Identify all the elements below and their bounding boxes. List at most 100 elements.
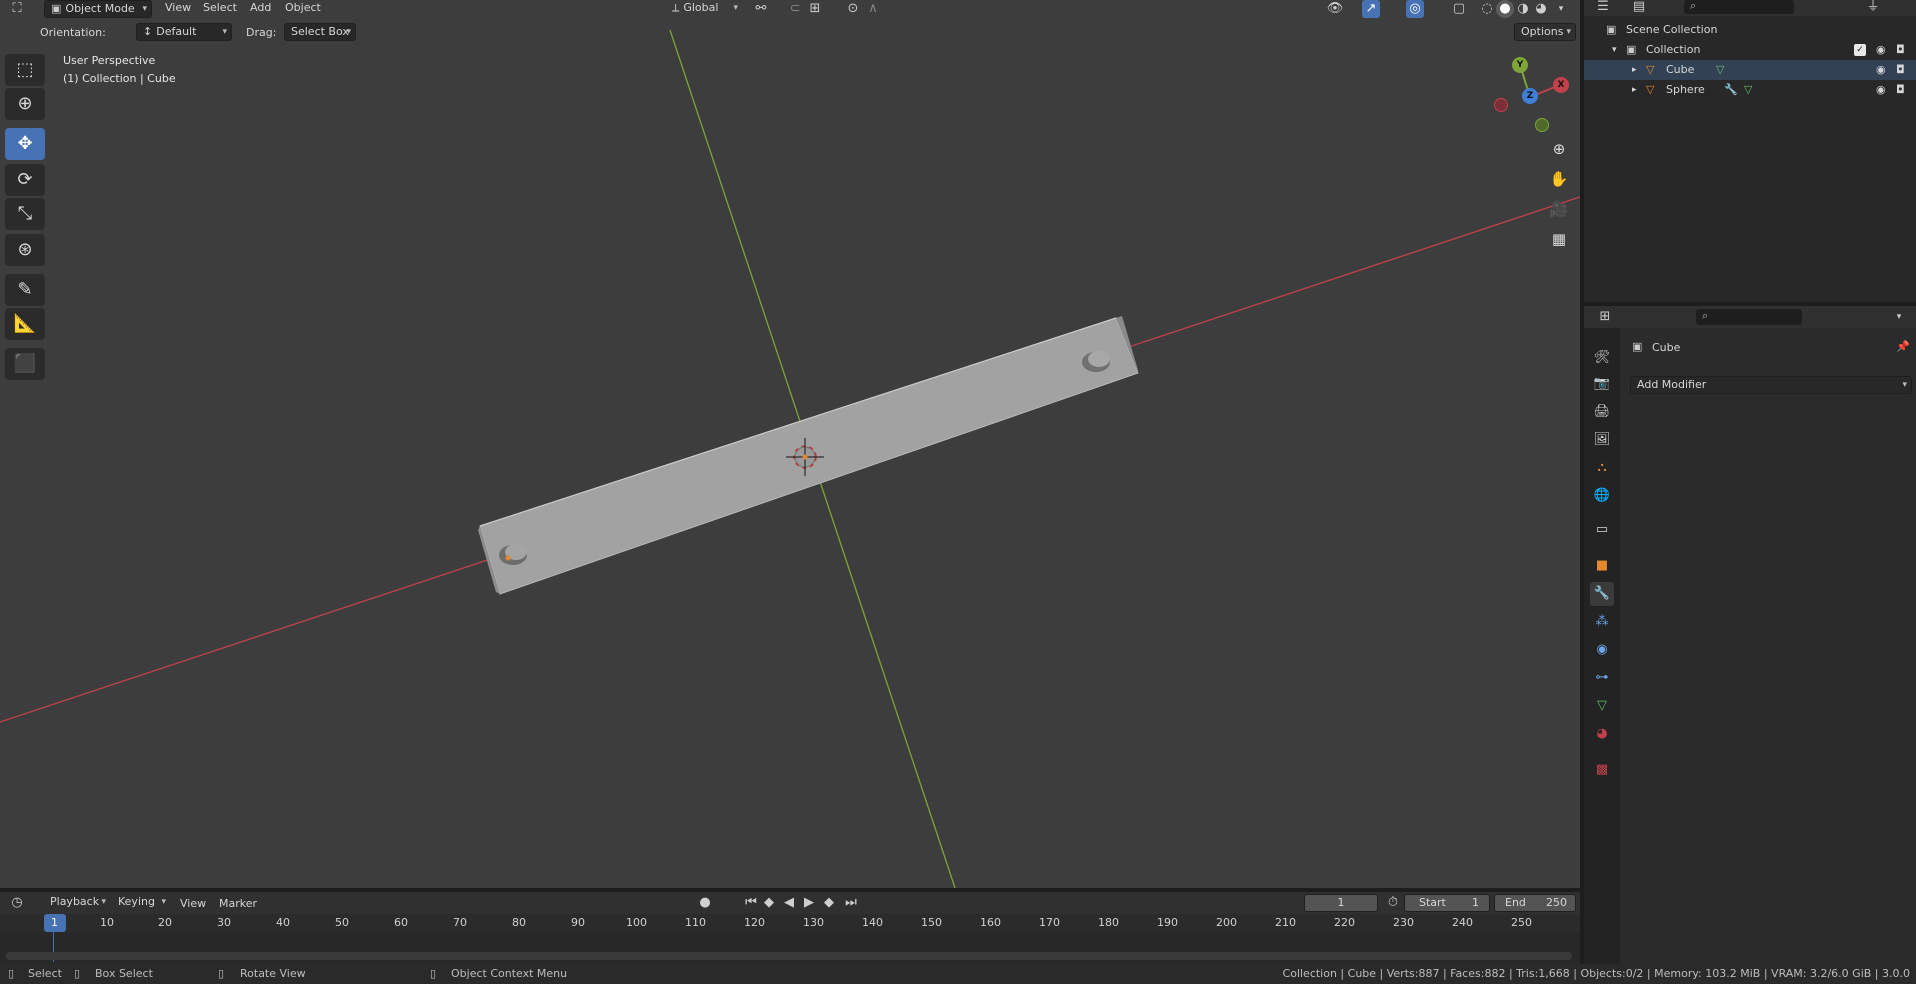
view-layer-tab-icon[interactable]: 🖼: [1590, 428, 1614, 452]
collection-checkbox[interactable]: ✓: [1854, 44, 1866, 56]
output-tab-icon[interactable]: 🖨: [1590, 400, 1614, 424]
render-tab-icon[interactable]: 📷: [1590, 372, 1614, 396]
snap-target-icon[interactable]: ⊞: [806, 0, 824, 18]
expand-down-icon[interactable]: ▾: [1612, 40, 1617, 60]
proportional-edit-icon[interactable]: ⊙: [844, 0, 862, 18]
camera-render-icon[interactable]: ◘: [1896, 60, 1905, 80]
tool-select-box[interactable]: ⬚: [5, 54, 45, 86]
outliner-row-cube[interactable]: ▸ ▽ Cube ▽ ◉ ◘: [1584, 60, 1916, 80]
menu-add[interactable]: Add: [250, 1, 271, 14]
filter-icon[interactable]: ⏚: [1864, 0, 1882, 16]
pin-icon[interactable]: 📌: [1896, 340, 1910, 353]
tool-add-cube[interactable]: ⬛: [5, 348, 45, 380]
outliner-row-sphere[interactable]: ▸ ▽ Sphere 🔧 ▽ ◉ ◘: [1584, 80, 1916, 100]
orientation-dropdown[interactable]: ↕ Default ▾: [136, 23, 232, 41]
tool-scale[interactable]: ⤡: [5, 198, 45, 230]
material-tab-icon[interactable]: ◕: [1590, 722, 1614, 746]
camera-render-icon[interactable]: ◘: [1896, 40, 1905, 60]
modifier-tab-icon[interactable]: 🔧: [1590, 582, 1614, 606]
tool-cursor[interactable]: ⊕: [5, 88, 45, 120]
world-tab-icon[interactable]: 🌐: [1590, 484, 1614, 508]
rendered-shading-icon[interactable]: ◕: [1532, 0, 1550, 18]
prev-keyframe-icon[interactable]: ◆: [760, 894, 778, 912]
end-frame-field[interactable]: End 250: [1494, 894, 1576, 912]
eye-icon[interactable]: ◉: [1876, 40, 1886, 60]
timeline-editor-icon[interactable]: ◷: [8, 894, 26, 912]
pivot-icon[interactable]: ⚯: [752, 0, 770, 18]
eye-icon[interactable]: ◉: [1876, 80, 1886, 100]
data-tab-icon[interactable]: ▽: [1590, 694, 1614, 718]
tool-transform[interactable]: ⊛: [5, 234, 45, 266]
outliner-panel: ☰ ▤ ⌕ ⏚ ▣ Scene Collection ▾ ▣ Collectio…: [1584, 0, 1916, 302]
chevron-down-icon[interactable]: ▾: [1890, 308, 1908, 326]
properties-search-input[interactable]: ⌕: [1696, 309, 1802, 325]
camera-render-icon[interactable]: ◘: [1896, 80, 1905, 100]
play-icon[interactable]: ▶: [800, 894, 818, 912]
grid-view-icon[interactable]: ▦: [1546, 226, 1572, 252]
properties-editor-icon[interactable]: ⊞: [1596, 308, 1614, 326]
drag-dropdown[interactable]: Select Box ▾: [284, 23, 356, 41]
physics-tab-icon[interactable]: ◉: [1590, 638, 1614, 662]
timeline-ruler[interactable]: 1 10 20 30 40 50 60 70 80 90 100 110 120…: [0, 914, 1580, 932]
start-frame-field[interactable]: Start 1: [1404, 894, 1490, 912]
scene-tab-icon[interactable]: ⛬: [1590, 456, 1614, 480]
transform-orientation-dropdown[interactable]: ⟂ Global ▾: [666, 0, 742, 18]
jump-start-icon[interactable]: ⏮: [742, 894, 760, 912]
tool-rotate[interactable]: ⟳: [5, 164, 45, 196]
expand-right-icon[interactable]: ▸: [1632, 60, 1637, 80]
zoom-icon[interactable]: ⊕: [1546, 136, 1572, 162]
editor-type-icon[interactable]: ⛶: [8, 0, 26, 18]
visibility-icon[interactable]: 👁: [1326, 0, 1344, 18]
next-keyframe-icon[interactable]: ◆: [820, 894, 838, 912]
wireframe-shading-icon[interactable]: ◌: [1478, 0, 1496, 18]
current-frame-field[interactable]: 1: [1304, 894, 1378, 912]
menu-select[interactable]: Select: [203, 1, 237, 14]
playback-menu[interactable]: Playback ▾: [44, 894, 110, 912]
add-modifier-dropdown[interactable]: Add Modifier ▾: [1630, 376, 1912, 394]
timeline-scrollbar[interactable]: [6, 952, 1572, 960]
gizmo-x-icon[interactable]: X: [1553, 77, 1569, 93]
gizmo-neg-y-icon[interactable]: [1535, 118, 1549, 132]
xray-icon[interactable]: ▢: [1450, 0, 1468, 18]
overlay-toggle-icon[interactable]: ◎: [1406, 0, 1424, 18]
options-dropdown[interactable]: Options ▾: [1514, 23, 1576, 41]
tool-annotate[interactable]: ✎: [5, 274, 45, 306]
snap-icon[interactable]: ⊂: [786, 0, 804, 18]
menu-view[interactable]: View: [165, 1, 191, 14]
pan-hand-icon[interactable]: ✋: [1546, 166, 1572, 192]
mode-dropdown[interactable]: ▣ Object Mode ▾: [44, 0, 152, 18]
falloff-icon[interactable]: ∧: [864, 0, 882, 18]
gizmo-y-icon[interactable]: Y: [1512, 57, 1528, 73]
timeline-view-menu[interactable]: View: [180, 897, 206, 910]
solid-shading-icon[interactable]: ●: [1496, 0, 1514, 18]
object-tab-icon[interactable]: ■: [1590, 554, 1614, 578]
constraints-tab-icon[interactable]: ⊶: [1590, 666, 1614, 690]
expand-right-icon[interactable]: ▸: [1632, 80, 1637, 100]
chevron-down-icon[interactable]: ▾: [1552, 0, 1570, 18]
jump-end-icon[interactable]: ⏭: [842, 894, 860, 912]
outliner-row-collection[interactable]: ▾ ▣ Collection ✓ ◉ ◘: [1584, 40, 1916, 60]
material-shading-icon[interactable]: ◑: [1514, 0, 1532, 18]
particles-tab-icon[interactable]: ⁂: [1590, 610, 1614, 634]
timeline-marker-menu[interactable]: Marker: [219, 897, 257, 910]
outliner-search-input[interactable]: ⌕: [1684, 0, 1794, 14]
menu-object[interactable]: Object: [285, 1, 321, 14]
tool-move[interactable]: ✥: [5, 128, 45, 160]
texture-tab-icon[interactable]: ▩: [1590, 758, 1614, 782]
record-icon[interactable]: ●: [696, 894, 714, 912]
eye-icon[interactable]: ◉: [1876, 60, 1886, 80]
tool-measure[interactable]: 📐: [5, 308, 45, 340]
collection-tab-icon[interactable]: ▭: [1590, 518, 1614, 542]
stopwatch-icon[interactable]: ⏱: [1384, 894, 1402, 912]
play-reverse-icon[interactable]: ◀: [780, 894, 798, 912]
outliner-editor-icon[interactable]: ☰: [1594, 0, 1612, 16]
gizmo-z-icon[interactable]: Z: [1522, 88, 1538, 104]
camera-icon[interactable]: 🎥: [1546, 196, 1572, 222]
outliner-row-scene-collection[interactable]: ▣ Scene Collection: [1584, 20, 1916, 40]
gizmo-toggle-icon[interactable]: ↗: [1362, 0, 1380, 18]
keying-menu[interactable]: Keying ▾: [112, 894, 170, 912]
display-mode-icon[interactable]: ▤: [1630, 0, 1648, 16]
tool-tab-icon[interactable]: 🛠: [1590, 346, 1614, 370]
gizmo-neg-x-icon[interactable]: [1494, 98, 1508, 112]
3d-viewport[interactable]: ⛶ ▣ Object Mode ▾ View Select Add Object …: [0, 0, 1580, 888]
